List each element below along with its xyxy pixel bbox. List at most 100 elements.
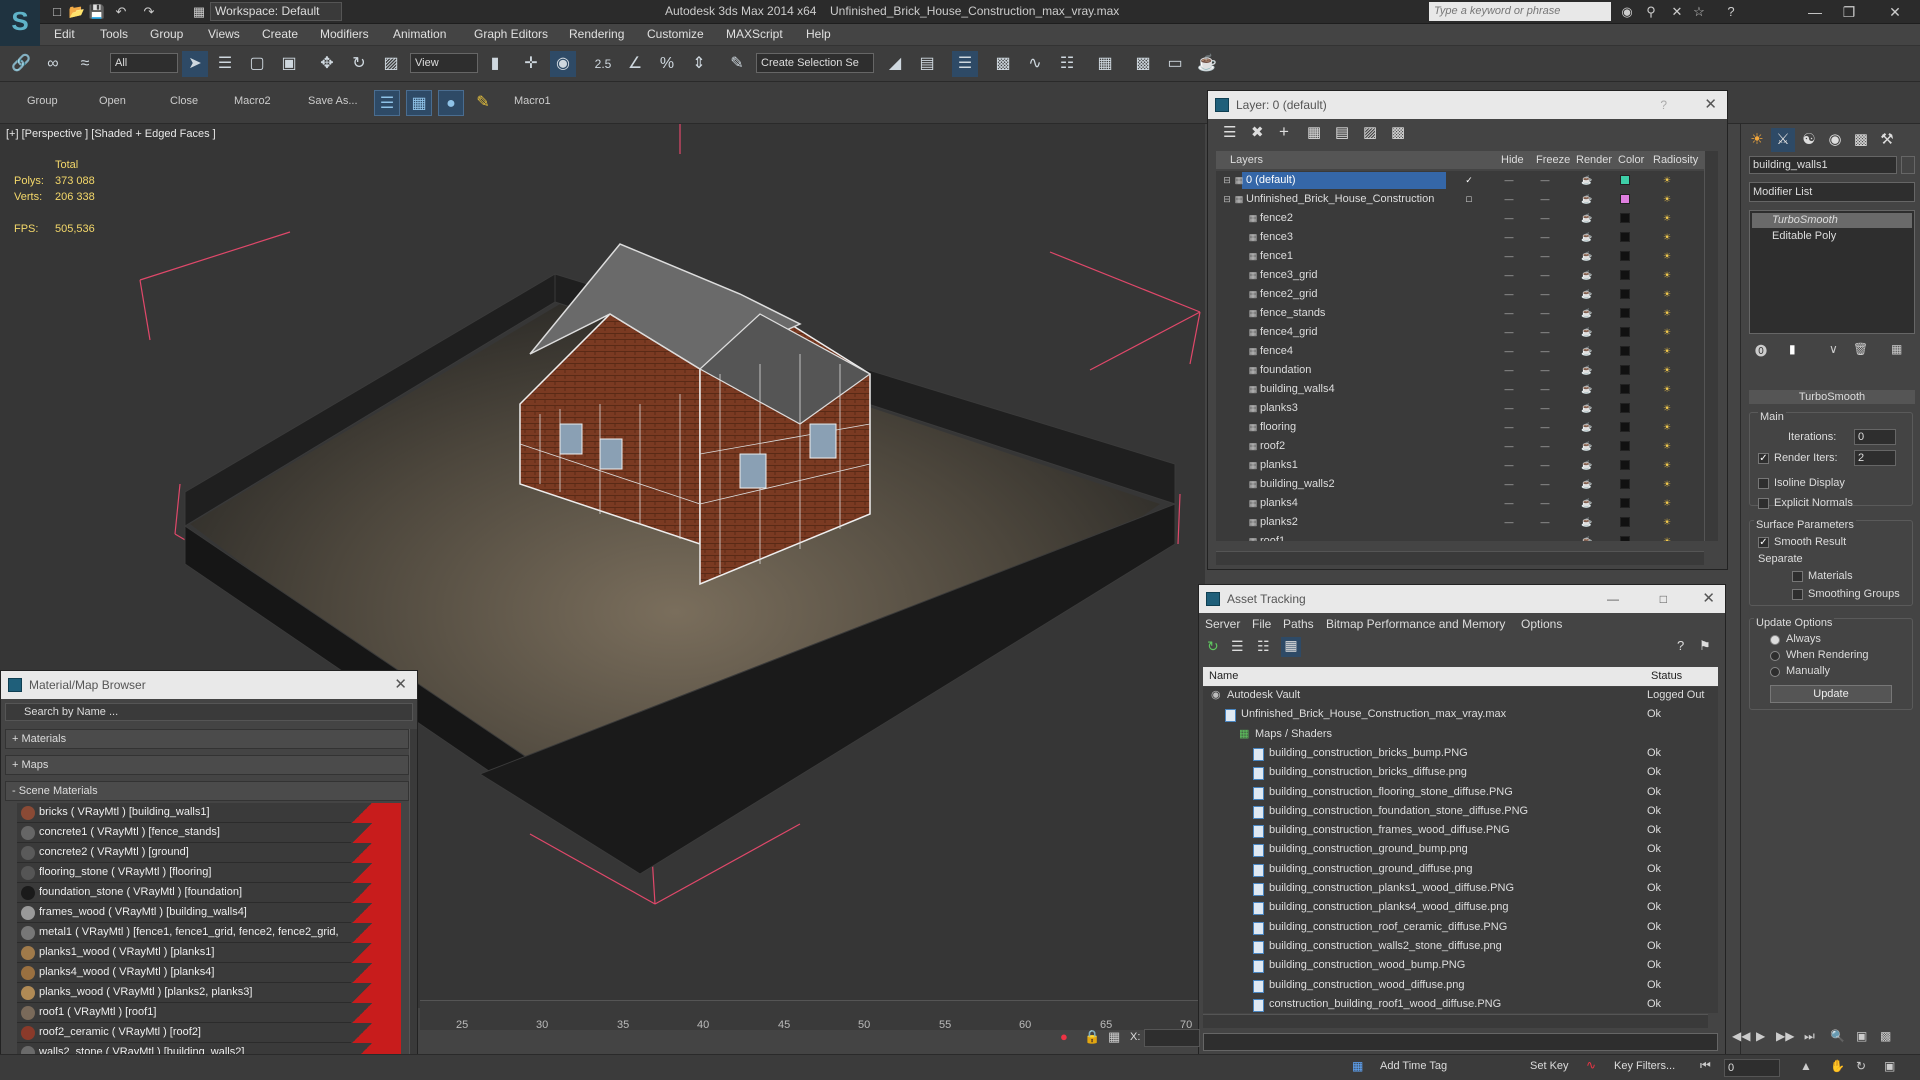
menu-group[interactable]: Group bbox=[150, 27, 183, 41]
modify-tab-icon[interactable]: ⚔ bbox=[1771, 128, 1795, 152]
material-row[interactable]: planks4_wood ( VRayMtl ) [planks4] bbox=[17, 963, 401, 983]
layer-row[interactable]: building_walls2 ▦ — — ☕ ☀ bbox=[1216, 475, 1706, 494]
set-key-button[interactable]: Set Key bbox=[1530, 1060, 1569, 1072]
asset-row[interactable]: building_construction_walls2_stone_diffu… bbox=[1203, 938, 1718, 957]
align-icon[interactable]: ▤ bbox=[914, 51, 940, 77]
layer-row[interactable]: fence2 ▦ — — ☕ ☀ bbox=[1216, 209, 1706, 228]
freeze-toggle-icon[interactable]: — bbox=[1538, 497, 1552, 509]
hide-toggle-icon[interactable]: — bbox=[1502, 440, 1516, 452]
status-column-header[interactable]: Status bbox=[1651, 670, 1682, 682]
layer-name[interactable]: fence4_grid bbox=[1256, 324, 1446, 341]
layer-name[interactable]: fence2 bbox=[1256, 210, 1446, 227]
key-icon[interactable]: ⚲ bbox=[1642, 3, 1660, 21]
asset-row[interactable]: building_construction_planks4_wood_diffu… bbox=[1203, 899, 1718, 919]
asset-row[interactable]: ▦ Maps / Shaders bbox=[1203, 726, 1718, 745]
radiosity-icon[interactable]: ☀ bbox=[1660, 516, 1674, 528]
rotate-icon[interactable]: ↻ bbox=[346, 51, 372, 77]
materials-section[interactable]: + Materials bbox=[5, 729, 409, 749]
asset-row[interactable]: construction_building_roof1_wood_diffuse… bbox=[1203, 996, 1718, 1013]
minimize-icon[interactable]: — bbox=[1800, 2, 1830, 22]
layer-row[interactable]: fence2_grid ▦ — — ☕ ☀ bbox=[1216, 285, 1706, 304]
material-row[interactable]: flooring_stone ( VRayMtl ) [flooring] bbox=[17, 863, 401, 883]
hide-toggle-icon[interactable]: — bbox=[1502, 326, 1516, 338]
scene-materials-list[interactable]: bricks ( VRayMtl ) [building_walls1] conc… bbox=[1, 803, 407, 1073]
hide-column-header[interactable]: Hide bbox=[1501, 154, 1524, 166]
select-in-layer-icon[interactable]: ▦ bbox=[1307, 123, 1321, 141]
freeze-toggle-icon[interactable]: — bbox=[1538, 269, 1552, 281]
freeze-toggle-icon[interactable]: — bbox=[1538, 440, 1552, 452]
hide-toggle-icon[interactable]: — bbox=[1502, 364, 1516, 376]
manually-radio[interactable] bbox=[1770, 667, 1780, 677]
radiosity-icon[interactable]: ☀ bbox=[1660, 174, 1674, 186]
when-rendering-radio[interactable] bbox=[1770, 651, 1780, 661]
close-button[interactable]: Close bbox=[170, 95, 198, 107]
turbosmooth-modifier[interactable]: TurboSmooth bbox=[1752, 213, 1912, 228]
save-icon[interactable]: 💾 bbox=[88, 3, 106, 21]
freeze-toggle-icon[interactable]: — bbox=[1538, 307, 1552, 319]
layer-row[interactable]: fence1 ▦ — — ☕ ☀ bbox=[1216, 247, 1706, 266]
app-logo-icon[interactable]: S bbox=[0, 0, 40, 46]
create-layer-icon[interactable]: ☰ bbox=[1223, 123, 1236, 141]
material-row[interactable]: planks1_wood ( VRayMtl ) [planks1] bbox=[17, 943, 401, 963]
asset-row[interactable]: building_construction_ground_bump.png Ok bbox=[1203, 841, 1718, 861]
render-teapot-icon[interactable]: ☕ bbox=[1580, 250, 1594, 262]
render-teapot-icon[interactable]: ☕ bbox=[1580, 345, 1594, 357]
turbosmooth-rollout-header[interactable]: TurboSmooth bbox=[1749, 390, 1915, 404]
layer-color-swatch[interactable] bbox=[1620, 403, 1630, 413]
orbit-icon[interactable]: ↻ bbox=[1856, 1059, 1866, 1073]
freeze-all-layers-icon[interactable]: ▩ bbox=[1391, 123, 1405, 141]
hide-toggle-icon[interactable]: — bbox=[1502, 459, 1516, 471]
render-teapot-icon[interactable]: ☕ bbox=[1580, 421, 1594, 433]
layer-list[interactable]: 0 (default) ▦ ⊟ ✓ — — ☕ ☀ Unfinished_Brick_House… bbox=[1216, 171, 1706, 541]
radiosity-icon[interactable]: ☀ bbox=[1660, 535, 1674, 541]
layer-name[interactable]: planks3 bbox=[1256, 400, 1446, 417]
pan-view-icon[interactable]: ✋ bbox=[1830, 1059, 1845, 1073]
layer-color-swatch[interactable] bbox=[1620, 213, 1630, 223]
render-teapot-icon[interactable]: ☕ bbox=[1580, 535, 1594, 541]
material-row[interactable]: roof2_ceramic ( VRayMtl ) [roof2] bbox=[17, 1023, 401, 1043]
angle-snap-icon[interactable]: ∠ bbox=[622, 51, 648, 77]
material-row[interactable]: concrete1 ( VRayMtl ) [fence_stands] bbox=[17, 823, 401, 843]
x-coordinate-field[interactable] bbox=[1144, 1029, 1200, 1047]
zoom-all-icon[interactable]: ▩ bbox=[1880, 1029, 1891, 1043]
asset-row[interactable]: building_construction_bricks_bump.PNG Ok bbox=[1203, 745, 1718, 764]
time-tag-icon[interactable]: ▦ bbox=[1352, 1059, 1363, 1073]
layer-name[interactable]: 0 (default) bbox=[1242, 172, 1446, 189]
asset-row[interactable]: building_construction_frames_wood_diffus… bbox=[1203, 822, 1718, 842]
freeze-toggle-icon[interactable]: — bbox=[1538, 174, 1552, 186]
explicit-normals-checkbox[interactable] bbox=[1758, 498, 1769, 509]
particle-view-icon[interactable]: ● bbox=[438, 90, 464, 116]
previous-frame-icon[interactable]: ◀◀ bbox=[1732, 1029, 1750, 1043]
layer-name[interactable]: flooring bbox=[1256, 419, 1446, 436]
material-scrollbar[interactable] bbox=[409, 729, 417, 1069]
redo-icon[interactable]: ↷ bbox=[140, 3, 158, 21]
hide-all-layers-icon[interactable]: ▨ bbox=[1363, 123, 1377, 141]
link-icon[interactable]: 🔗 bbox=[8, 51, 34, 77]
freeze-toggle-icon[interactable]: — bbox=[1538, 345, 1552, 357]
menu-help[interactable]: Help bbox=[806, 27, 831, 41]
asset-row[interactable]: Unfinished_Brick_House_Construction_max_… bbox=[1203, 706, 1718, 726]
scale-icon[interactable]: ▨ bbox=[378, 51, 404, 77]
key-filters-button[interactable]: Key Filters... bbox=[1614, 1060, 1675, 1072]
radiosity-icon[interactable]: ☀ bbox=[1660, 478, 1674, 490]
go-to-start-icon[interactable]: ⏮ bbox=[1700, 1058, 1711, 1073]
menu-rendering[interactable]: Rendering bbox=[569, 27, 624, 41]
hide-toggle-icon[interactable]: — bbox=[1502, 345, 1516, 357]
add-to-layer-icon[interactable]: + bbox=[1279, 122, 1289, 142]
curve-editor-icon[interactable]: ∿ bbox=[1022, 51, 1048, 77]
favorites-icon[interactable]: ☆ bbox=[1690, 3, 1708, 21]
maximize-viewport-icon[interactable]: ▣ bbox=[1884, 1059, 1895, 1073]
asset-panel-titlebar[interactable]: Asset Tracking ✕ □ — bbox=[1199, 585, 1725, 613]
named-selection-dropdown[interactable]: Create Selection Se bbox=[756, 53, 874, 73]
make-unique-icon[interactable]: ∨ bbox=[1829, 342, 1838, 356]
render-teapot-icon[interactable]: ☕ bbox=[1580, 231, 1594, 243]
layers-toolbar-icon[interactable]: ☰ bbox=[374, 90, 400, 116]
layer-name[interactable]: Unfinished_Brick_House_Construction bbox=[1242, 191, 1446, 208]
material-row[interactable]: foundation_stone ( VRayMtl ) [foundation… bbox=[17, 883, 401, 903]
hide-toggle-icon[interactable]: — bbox=[1502, 288, 1516, 300]
layer-panel-titlebar[interactable]: Layer: 0 (default) ✕? bbox=[1208, 91, 1727, 119]
add-time-tag-button[interactable]: Add Time Tag bbox=[1380, 1060, 1447, 1072]
layer-row[interactable]: Unfinished_Brick_House_Construction ▦ ⊟ □ — —… bbox=[1216, 190, 1706, 209]
hide-toggle-icon[interactable]: — bbox=[1502, 269, 1516, 281]
menu-create[interactable]: Create bbox=[262, 27, 298, 41]
